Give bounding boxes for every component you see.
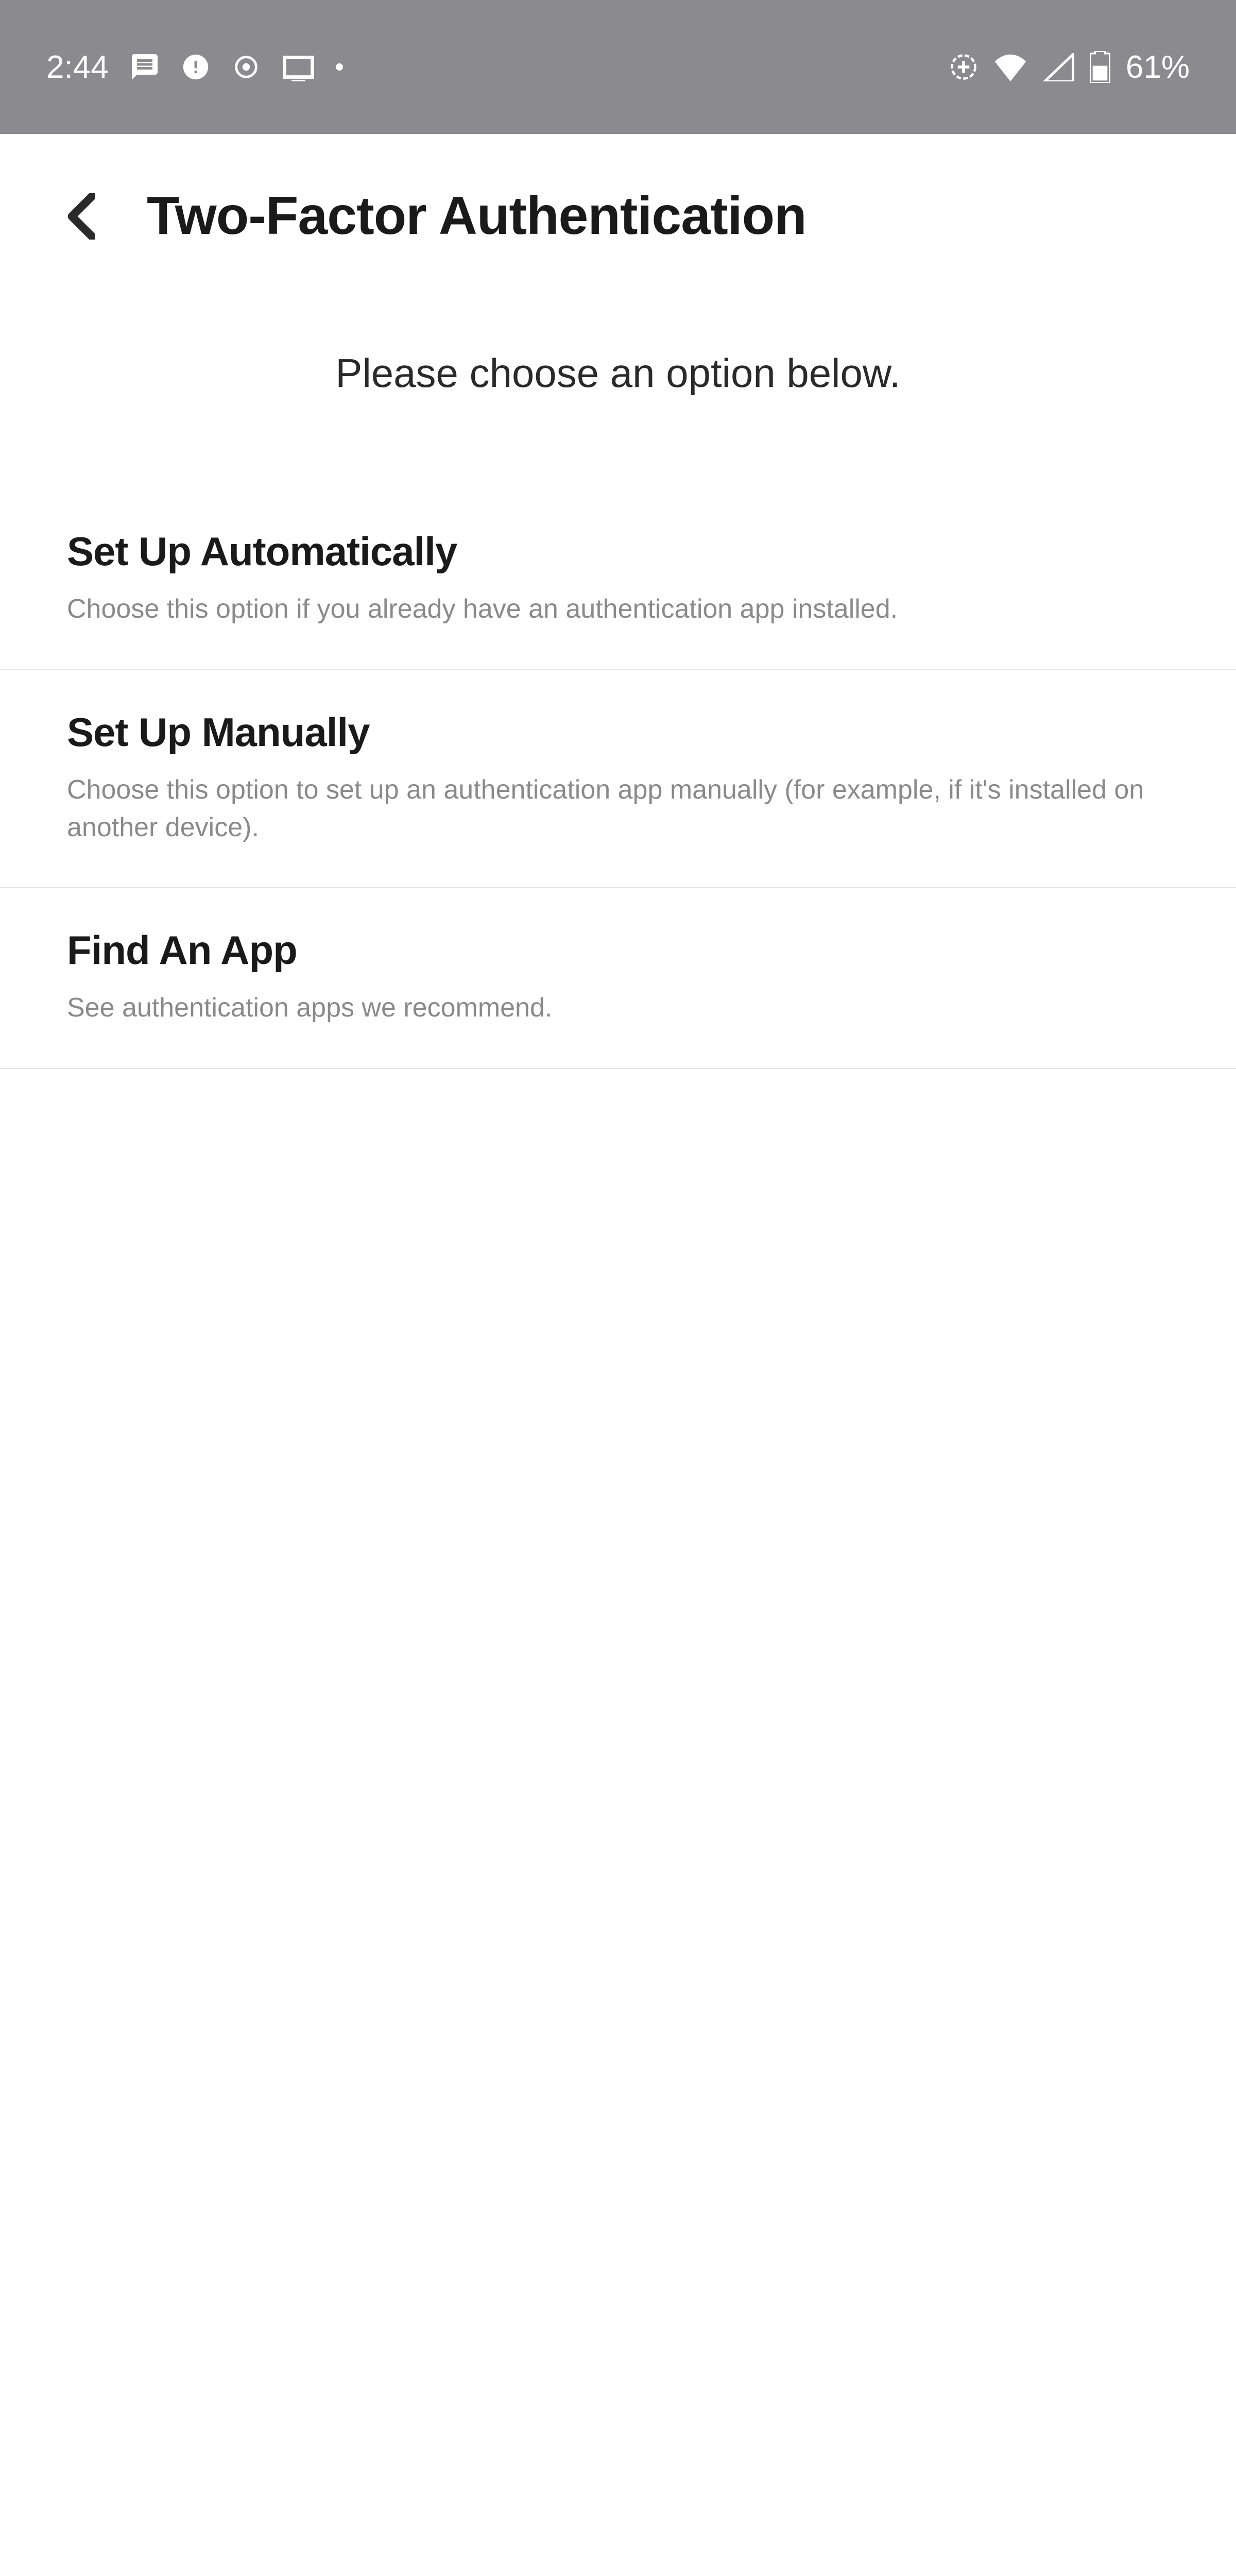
back-button[interactable] [67,193,95,240]
status-left: 2:44 [46,49,343,86]
dot-icon [336,63,343,71]
record-icon [231,52,261,82]
option-find-app[interactable]: Find An App See authentication apps we r… [0,888,1236,1069]
header: Two-Factor Authentication [0,134,1236,288]
option-description: Choose this option to set up an authenti… [67,771,1169,846]
signal-icon [1043,53,1074,81]
cast-icon [282,53,315,81]
alert-icon [181,52,211,82]
page-title: Two-Factor Authentication [147,185,806,247]
data-saver-icon [950,53,977,81]
battery-percent: 61% [1126,49,1190,86]
wifi-icon [993,53,1028,81]
message-icon [129,52,160,82]
status-bar: 2:44 61% [0,0,1236,134]
option-setup-automatically[interactable]: Set Up Automatically Choose this option … [0,489,1236,670]
chevron-left-icon [67,193,95,240]
option-setup-manually[interactable]: Set Up Manually Choose this option to se… [0,670,1236,889]
status-time: 2:44 [46,49,109,86]
option-description: Choose this option if you already have a… [67,590,1169,628]
subtitle: Please choose an option below. [0,288,1236,489]
status-right: 61% [950,49,1190,86]
option-title: Set Up Automatically [67,528,1169,575]
content: Please choose an option below. Set Up Au… [0,288,1236,2576]
battery-icon [1090,51,1110,83]
option-title: Set Up Manually [67,709,1169,756]
option-description: See authentication apps we recommend. [67,989,1169,1027]
option-title: Find An App [67,927,1169,974]
